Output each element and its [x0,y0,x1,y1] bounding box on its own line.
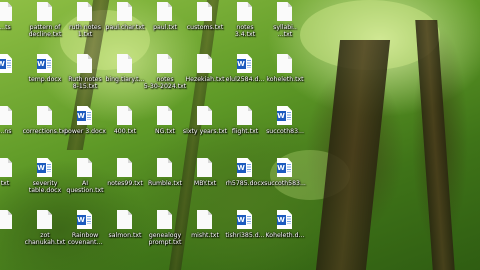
word-document-icon: W [37,54,53,74]
text-file-icon [77,158,93,178]
text-file-icon [237,106,253,126]
word-document-icon: W [277,210,293,230]
text-file-icon [117,106,133,126]
text-file-icon [0,210,13,230]
text-file-icon [117,2,133,22]
text-file-icon [77,54,93,74]
word-document-icon: W [77,106,93,126]
text-file-icon [197,158,213,178]
word-document-icon: W [237,210,253,230]
text-file-icon [117,54,133,74]
desktop-icon-txt[interactable]: syllabi.. ...txt [262,0,308,50]
text-file-icon [0,158,13,178]
desktop-icon-label: succoth83... [266,128,304,135]
text-file-icon [157,210,173,230]
desktop-icon-label: succoth583... [264,180,306,187]
desktop-icon-label: koheleth.txt [266,76,304,83]
desktop-icon-label: syllabi.. ...txt [273,24,297,38]
text-file-icon [37,2,53,22]
desktop-icon-docx[interactable]: Wsuccoth583... [262,156,308,206]
text-file-icon [77,2,93,22]
text-file-icon [277,2,293,22]
text-file-icon [277,54,293,74]
text-file-icon [157,106,173,126]
text-file-icon [197,2,213,22]
text-file-icon [197,106,213,126]
text-file-icon [157,158,173,178]
word-document-icon: W [0,54,13,74]
text-file-icon [37,106,53,126]
word-document-icon: W [237,158,253,178]
text-file-icon [197,54,213,74]
desktop-icon-label: Koheleth.d... [265,232,305,239]
text-file-icon [237,2,253,22]
desktop-icon-txt[interactable]: koheleth.txt [262,52,308,102]
text-file-icon [157,54,173,74]
word-document-icon: W [277,158,293,178]
word-document-icon: W [77,210,93,230]
word-document-icon: W [237,54,253,74]
word-document-icon: W [37,158,53,178]
word-document-icon: W [277,106,293,126]
text-file-icon [157,2,173,22]
desktop-icon-docx[interactable]: Wsuccoth83... [262,104,308,154]
wallpaper-tree-trunk [315,40,391,270]
wallpaper-tree-trunk [415,20,455,270]
text-file-icon [117,158,133,178]
text-file-icon [117,210,133,230]
text-file-icon [37,210,53,230]
desktop-icon-docx[interactable]: W Koheleth.d... [262,208,308,258]
text-file-icon [0,2,13,22]
text-file-icon [0,106,13,126]
text-file-icon [197,210,213,230]
